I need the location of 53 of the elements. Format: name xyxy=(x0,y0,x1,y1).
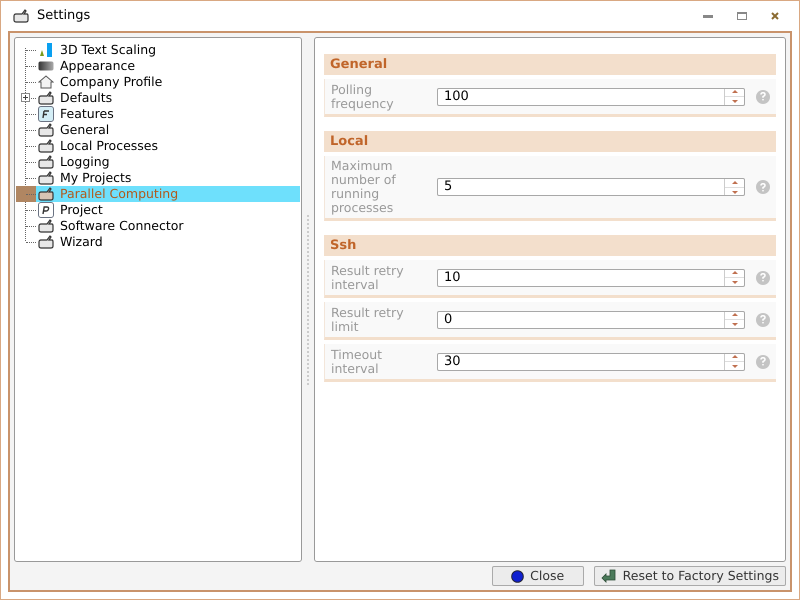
reset-button[interactable]: Reset to Factory Settings xyxy=(594,566,786,586)
spin-arrows-icon[interactable] xyxy=(724,179,744,195)
section-header: Local xyxy=(324,131,776,152)
letter-icon xyxy=(38,106,54,122)
close-icon[interactable] xyxy=(771,12,779,20)
plug-icon xyxy=(38,235,54,249)
tree-item[interactable]: Appearance xyxy=(36,58,300,74)
setting-label: Result retry interval xyxy=(331,264,405,292)
section-header: Ssh xyxy=(324,235,776,256)
letter-icon xyxy=(38,202,54,218)
number-field[interactable]: 10 xyxy=(437,268,745,286)
home-icon xyxy=(38,75,54,89)
plug-icon xyxy=(38,155,54,169)
spin-arrows-icon[interactable] xyxy=(724,354,744,370)
tree-item[interactable]: General xyxy=(36,122,300,138)
gradient-icon xyxy=(38,61,54,71)
window-title: Settings xyxy=(37,7,90,26)
plug-icon xyxy=(38,171,54,185)
number-field[interactable]: 100 xyxy=(437,88,745,106)
tree-item[interactable]: 3D Text Scaling xyxy=(36,42,300,58)
setting-label: Result retry limit xyxy=(331,306,405,334)
tree-item[interactable]: Features xyxy=(36,106,300,122)
number-field[interactable]: 30 xyxy=(437,352,745,370)
spin-arrows-icon[interactable] xyxy=(724,312,744,328)
number-field[interactable]: 5 xyxy=(437,178,745,196)
expand-icon[interactable] xyxy=(21,93,30,102)
plug-icon xyxy=(38,91,54,105)
tree-item[interactable]: Logging xyxy=(36,154,300,170)
tree-item[interactable]: Local Processes xyxy=(36,138,300,154)
section-header: General xyxy=(324,54,776,75)
tree-item[interactable]: Company Profile xyxy=(36,74,300,90)
setting-label: Timeout interval xyxy=(331,348,384,376)
plug-icon xyxy=(38,187,54,201)
setting-label: Maximum number of running processes xyxy=(331,159,397,215)
tree-item[interactable]: Defaults xyxy=(36,90,300,106)
plug-icon xyxy=(38,139,54,153)
arrow-icon xyxy=(600,569,617,583)
number-field[interactable]: 0 xyxy=(437,310,745,328)
maximize-icon[interactable] xyxy=(737,12,747,20)
spin-arrows-icon[interactable] xyxy=(724,88,744,104)
setting-label: Polling frequency xyxy=(331,82,395,110)
plug-icon xyxy=(13,9,29,23)
plug-icon xyxy=(38,123,54,137)
minimize-icon[interactable] xyxy=(703,14,713,18)
spin-arrows-icon[interactable] xyxy=(724,270,744,286)
bar-icon xyxy=(38,43,54,57)
tree-item[interactable]: Software Connector xyxy=(36,218,300,234)
plug-icon xyxy=(38,219,54,233)
close-button[interactable]: Close xyxy=(492,566,584,586)
circle-icon xyxy=(511,570,524,582)
tree-item[interactable]: Project xyxy=(36,202,300,218)
tree-item[interactable]: Wizard xyxy=(36,234,300,250)
tree-item[interactable]: My Projects xyxy=(36,170,300,186)
